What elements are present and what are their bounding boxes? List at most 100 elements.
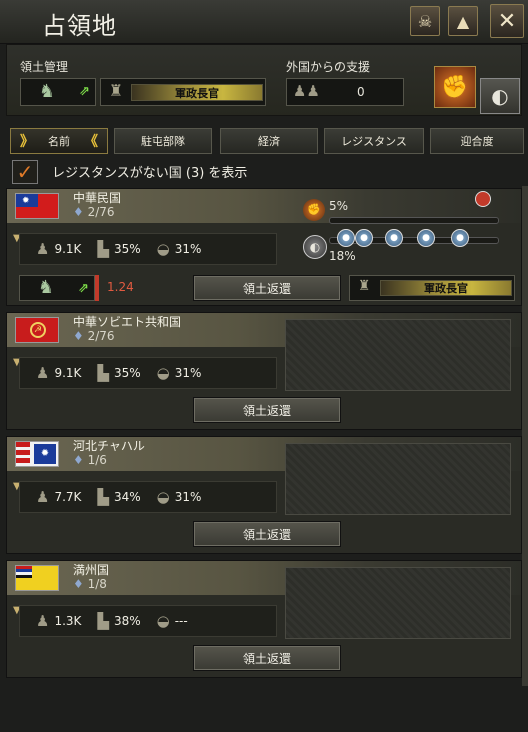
resistance-bar — [329, 217, 499, 224]
flag-roc[interactable]: ✹ — [15, 193, 59, 219]
sun-icon: ✹ — [22, 196, 30, 206]
map-icon-button[interactable]: ▲ — [448, 6, 478, 36]
map-icon: ▲ — [456, 11, 470, 31]
close-icon: ✕ — [497, 8, 517, 34]
governor-slot[interactable]: ♜ 軍政長官 — [100, 78, 266, 106]
tab-garrison-label: 駐屯部隊 — [141, 135, 185, 148]
tab-garrison[interactable]: 駐屯部隊 — [114, 128, 212, 154]
tab-compliance-label: 迎合度 — [460, 135, 494, 148]
manpower-value: 9.1K — [54, 366, 82, 380]
manpower-value: 9.1K — [54, 242, 82, 256]
country-states-value: 1/8 — [87, 577, 107, 591]
country-stats: ♟ 9.1K ▙ 35% ◒ 31% — [19, 233, 277, 265]
manpower-icon: ♟♟ — [293, 82, 320, 100]
factory-icon: ▙ — [97, 612, 109, 630]
manpower-icon: ♟ — [36, 488, 50, 506]
resistance-icon: ✊ — [303, 199, 325, 221]
factory-icon: ▙ — [97, 240, 109, 258]
window-title: 占領地 — [42, 12, 117, 40]
foreign-support-value: 0 — [357, 85, 365, 99]
governor-bar: 軍政長官 — [131, 84, 263, 101]
return-territory-button[interactable]: 領土返還 — [193, 397, 341, 423]
foreign-support-label: 外国からの支援 — [286, 60, 371, 74]
factory-value: 38% — [113, 614, 141, 628]
show-no-resistance-checkbox[interactable]: ✓ — [12, 160, 38, 184]
country-card-manchukuo: 満州国 ♦ 1/8 ▼ ♟ 1.3K ▙ 38% ◒ --- 領土返還 — [6, 560, 522, 678]
tab-economy-label: 経済 — [258, 135, 280, 148]
factory-icon: ▙ — [97, 364, 109, 382]
state-icon: ♦ — [73, 329, 88, 343]
empty-resistance-area — [285, 567, 511, 639]
factory-icon: ▙ — [97, 488, 109, 506]
tier-icon-5[interactable]: ● — [451, 229, 469, 247]
factory-value: 34% — [113, 490, 141, 504]
flag-hebei[interactable]: ✹ — [15, 441, 59, 467]
country-states-value: 2/76 — [87, 205, 115, 219]
close-button[interactable]: ✕ — [490, 4, 524, 38]
country-states-value: 1/6 — [87, 453, 107, 467]
country-name: 中華ソビエト共和国 — [73, 315, 182, 329]
tab-resistance-label: レジスタンス — [341, 135, 407, 148]
manpower-icon: ♟ — [36, 364, 50, 382]
country-card-hebei: ✹ 河北チャハル ♦ 1/6 ▼ ♟ 7.7K ▙ 34% ◒ 31% 領土返還 — [6, 436, 522, 554]
foreign-support-field[interactable]: ♟♟ 0 — [286, 78, 404, 106]
return-territory-button[interactable]: 領土返還 — [193, 275, 341, 301]
resistance-value: 31% — [174, 366, 202, 380]
factory-value: 35% — [113, 242, 141, 256]
garrison-strength-bar — [95, 275, 99, 301]
tier-icon-3[interactable]: ● — [385, 229, 403, 247]
empty-resistance-area — [285, 319, 511, 391]
territory-management-label: 領土管理 — [20, 60, 69, 74]
officer-icon: ♜ — [108, 81, 124, 100]
empty-resistance-area — [285, 443, 511, 515]
garrison-template-slot[interactable]: ♞ ⇗ — [19, 275, 95, 301]
governor-slot[interactable]: ♜ 軍政長官 — [349, 275, 515, 301]
state-icon: ♦ — [73, 453, 88, 467]
tier-icon-2[interactable]: ● — [355, 229, 373, 247]
skull-icon-button[interactable]: ☠ — [410, 6, 440, 36]
garrison-value: 1.24 — [107, 280, 134, 294]
helmet-icon: ◒ — [156, 612, 170, 630]
resistance-percent: 5% — [329, 199, 349, 213]
return-territory-button[interactable]: 領土返還 — [193, 645, 341, 671]
country-stats: ♟ 1.3K ▙ 38% ◒ --- — [19, 605, 277, 637]
garrison-template-slot[interactable]: ♞ ⇗ — [20, 78, 96, 106]
tab-name[interactable]: 》 名前 《 — [10, 128, 108, 154]
alert-icon[interactable] — [475, 191, 491, 207]
country-states: ♦ 2/76 — [73, 205, 115, 219]
tier-icon-1[interactable]: ● — [337, 229, 355, 247]
tab-economy[interactable]: 経済 — [220, 128, 318, 154]
scrollbar[interactable] — [522, 186, 528, 686]
fist-icon: ✊ — [441, 74, 469, 100]
compliance-button[interactable]: ◐ — [480, 78, 520, 114]
flag-csr[interactable]: ☭ — [15, 317, 59, 343]
resistance-value: --- — [174, 614, 188, 628]
hammer-sickle-icon: ☭ — [30, 322, 46, 338]
resistance-fist-button[interactable]: ✊ — [434, 66, 476, 108]
resistance-value: 31% — [174, 490, 202, 504]
state-icon: ♦ — [73, 205, 88, 219]
manpower-icon: ♟ — [36, 612, 50, 630]
flag-manchukuo[interactable] — [15, 565, 59, 591]
country-states: ♦ 1/6 — [73, 453, 107, 467]
country-states: ♦ 1/8 — [73, 577, 107, 591]
governor-label: 軍政長官 — [424, 282, 468, 295]
tab-resistance[interactable]: レジスタンス — [324, 128, 424, 154]
governor-bar: 軍政長官 — [380, 280, 512, 296]
tier-icon-4[interactable]: ● — [417, 229, 435, 247]
return-territory-button[interactable]: 領土返還 — [193, 521, 341, 547]
country-states-value: 2/76 — [87, 329, 115, 343]
manpower-value: 7.7K — [54, 490, 82, 504]
country-name: 中華民国 — [73, 191, 122, 205]
country-name: 河北チャハル — [73, 439, 145, 453]
factory-value: 35% — [113, 366, 141, 380]
helmet-icon: ◒ — [156, 240, 170, 258]
governor-label: 軍政長官 — [175, 86, 219, 100]
country-card-roc: ✹ 中華民国 ♦ 2/76 ▼ ♟ 9.1K ▙ 35% ◒ 31% ✊ 5% ◐ ●… — [6, 188, 522, 306]
sun-icon: ✹ — [34, 444, 56, 464]
country-states: ♦ 2/76 — [73, 329, 115, 343]
helmet-icon: ◒ — [156, 488, 170, 506]
cavalry-icon: ♞ — [37, 277, 55, 298]
tab-compliance[interactable]: 迎合度 — [430, 128, 524, 154]
officer-icon: ♜ — [357, 278, 371, 294]
